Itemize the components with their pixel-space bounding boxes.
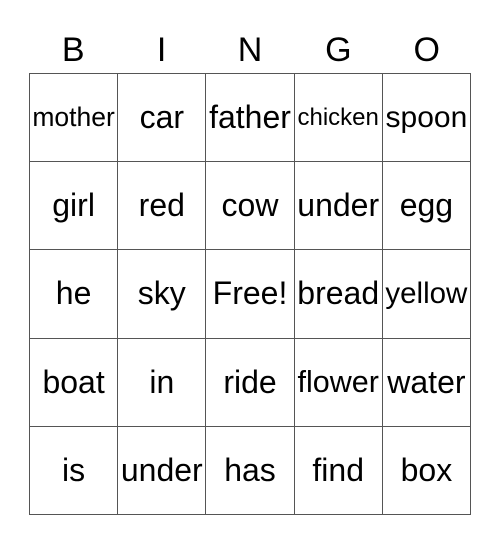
- bingo-cell[interactable]: has: [206, 426, 295, 515]
- bingo-cell[interactable]: box: [382, 426, 471, 515]
- bingo-cell[interactable]: is: [30, 426, 119, 515]
- cell-word: mother: [32, 102, 115, 133]
- cell-word: flower: [297, 364, 379, 399]
- cell-word: in: [149, 363, 175, 400]
- cell-word: car: [139, 99, 185, 136]
- header-letter-i: I: [156, 31, 167, 69]
- bingo-cell[interactable]: under: [118, 426, 207, 515]
- header-letter-o: O: [413, 31, 440, 69]
- cell-word: Free!: [212, 275, 288, 312]
- bingo-cell[interactable]: bread: [294, 250, 383, 339]
- bingo-cell[interactable]: sky: [118, 250, 207, 339]
- bingo-cell[interactable]: water: [382, 338, 471, 427]
- cell-word: box: [400, 451, 453, 488]
- cell-word: he: [55, 275, 92, 312]
- bingo-cell[interactable]: egg: [382, 162, 471, 251]
- cell-word: under: [120, 451, 203, 488]
- bingo-cell[interactable]: father: [206, 74, 295, 163]
- bingo-cell[interactable]: yellow: [382, 250, 471, 339]
- bingo-cell[interactable]: spoon: [382, 74, 471, 163]
- header-letter-b: B: [61, 31, 85, 69]
- header-letter-g: G: [325, 31, 352, 69]
- bingo-header: B I N G O: [29, 28, 471, 72]
- bingo-cell[interactable]: ride: [206, 338, 295, 427]
- cell-word: spoon: [385, 100, 468, 134]
- bingo-cell[interactable]: in: [118, 338, 207, 427]
- bingo-cell[interactable]: boat: [30, 338, 119, 427]
- cell-word: under: [297, 187, 380, 224]
- bingo-cell[interactable]: he: [30, 250, 119, 339]
- cell-word: find: [312, 451, 364, 488]
- bingo-grid: mother car father chicken spoon girl red cow und…: [29, 73, 471, 515]
- bingo-cell[interactable]: Free!: [206, 250, 295, 339]
- bingo-cell[interactable]: car: [118, 74, 207, 163]
- bingo-cell[interactable]: mother: [30, 74, 119, 163]
- cell-word: has: [224, 451, 276, 488]
- cell-word: yellow: [385, 276, 468, 310]
- cell-word: ride: [223, 363, 277, 400]
- bingo-cell[interactable]: find: [294, 426, 383, 515]
- bingo-cell[interactable]: red: [118, 162, 207, 251]
- cell-word: girl: [52, 187, 95, 224]
- bingo-cell[interactable]: girl: [30, 162, 119, 251]
- bingo-cell[interactable]: chicken: [294, 74, 383, 163]
- cell-word: chicken: [297, 103, 379, 131]
- cell-word: egg: [399, 187, 454, 224]
- header-letter-n: N: [237, 31, 263, 69]
- bingo-cell[interactable]: flower: [294, 338, 383, 427]
- cell-word: cow: [221, 187, 279, 224]
- cell-word: is: [62, 451, 86, 488]
- cell-word: bread: [297, 275, 380, 312]
- cell-word: red: [138, 187, 185, 224]
- bingo-cell[interactable]: cow: [206, 162, 295, 251]
- cell-word: sky: [137, 275, 186, 312]
- cell-word: boat: [42, 363, 105, 400]
- bingo-cell[interactable]: under: [294, 162, 383, 251]
- cell-word: water: [387, 363, 466, 400]
- cell-word: father: [209, 99, 291, 136]
